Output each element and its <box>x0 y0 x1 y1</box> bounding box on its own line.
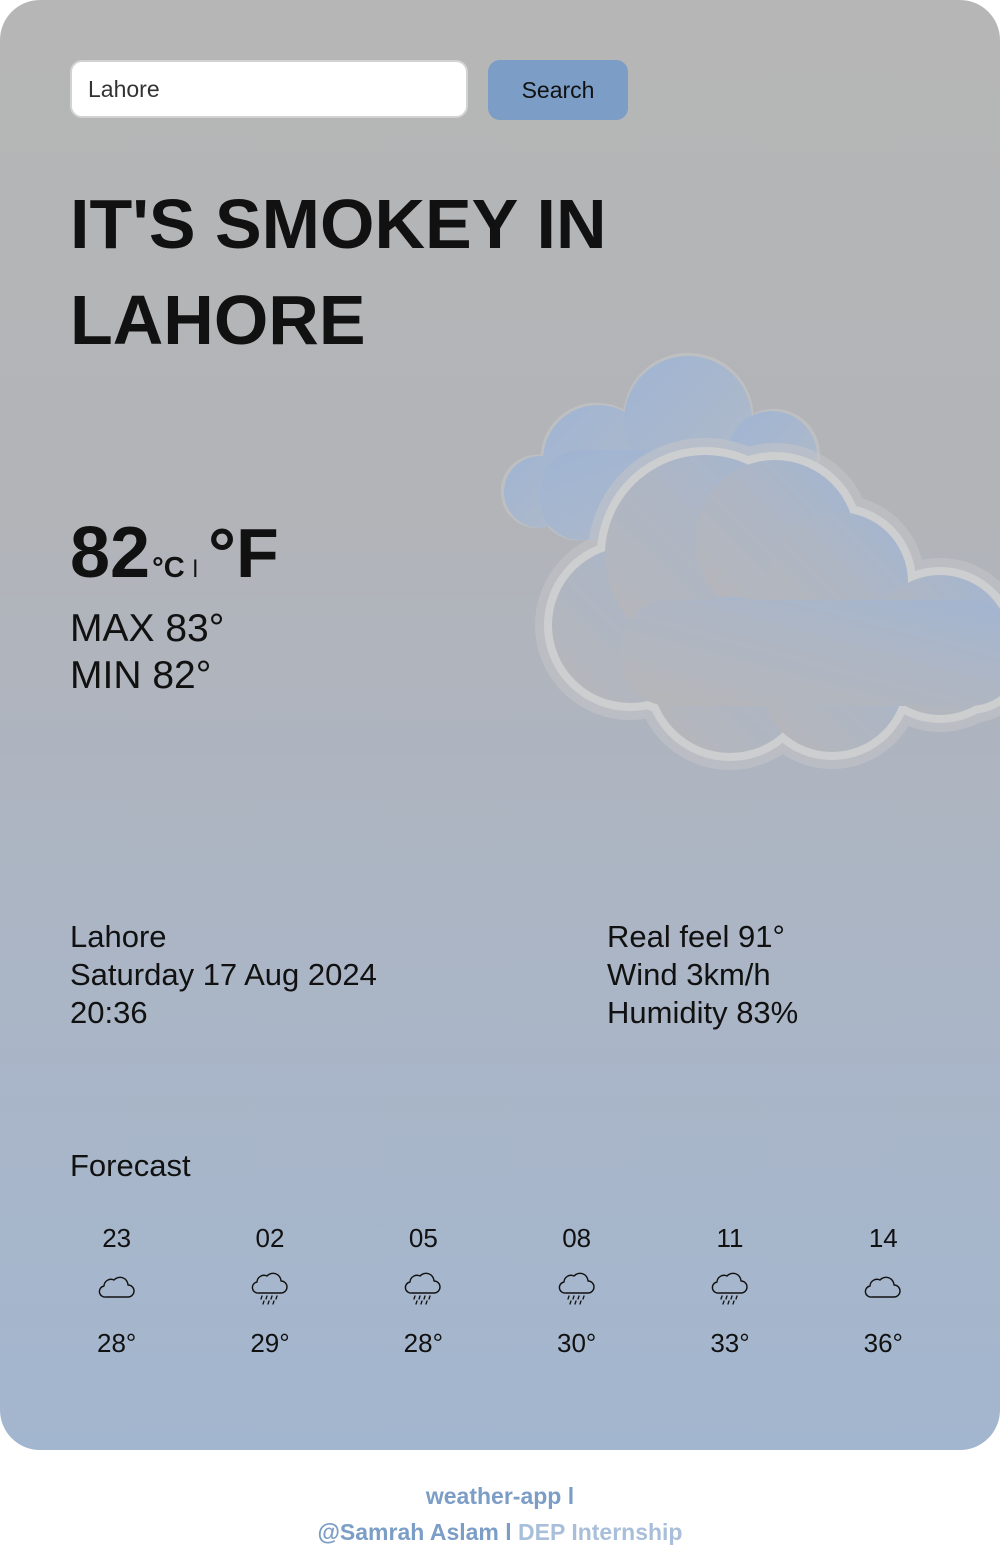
celsius-toggle[interactable]: °C <box>152 552 185 585</box>
min-temperature: MIN 82° <box>70 654 212 697</box>
forecast-hour: 11 <box>716 1223 744 1253</box>
forecast-item: 05 28° <box>347 1220 500 1360</box>
forecast-temp: 28° <box>97 1328 137 1358</box>
forecast-temp: 29° <box>250 1328 290 1358</box>
forecast-temp: 28° <box>403 1328 443 1358</box>
footer-app-name[interactable]: weather-app l <box>0 1478 1000 1514</box>
wind-speed: Wind 3km/h <box>607 957 771 992</box>
current-time: 20:36 <box>70 995 148 1030</box>
city-search-input[interactable] <box>70 60 468 118</box>
temperature-value: 82 <box>70 513 151 593</box>
search-button[interactable]: Search <box>488 60 628 120</box>
forecast-temp: 30° <box>556 1328 597 1358</box>
forecast-hour: 14 <box>868 1223 898 1253</box>
current-date: Saturday 17 Aug 2024 <box>70 957 377 992</box>
real-feel: Real feel 91° <box>607 919 785 954</box>
unit-separator: l <box>192 556 198 583</box>
forecast-item: 08 30° <box>500 1220 653 1360</box>
rain-icon <box>405 1272 442 1305</box>
forecast-hour: 02 <box>255 1223 285 1253</box>
weather-illustration <box>470 320 1000 820</box>
weather-card: Search IT'S SMOKEY IN LAHORE <box>0 0 1000 1450</box>
cloud-icon <box>865 1276 901 1298</box>
conditions-info: Real feel 91° Wind 3km/h Humidity 83% <box>607 918 798 1032</box>
fahrenheit-toggle[interactable]: °F <box>208 513 279 593</box>
current-temperature: 82 °C l °F <box>70 512 279 594</box>
cloud-illustration-icon <box>500 352 1000 820</box>
forecast-hour: 08 <box>562 1223 592 1253</box>
city-name: Lahore <box>70 919 167 954</box>
page-footer: weather-app l @Samrah Aslam l DEP Intern… <box>0 1478 1000 1550</box>
forecast-hour: 05 <box>408 1223 438 1253</box>
forecast-item: 11 33° <box>653 1220 806 1360</box>
humidity: Humidity 83% <box>607 995 799 1030</box>
max-temperature: MAX 83° <box>70 607 225 650</box>
forecast-temp: 33° <box>710 1328 750 1358</box>
forecast-item: 14 36° <box>807 1220 960 1360</box>
forecast-item: 23 28° <box>40 1220 193 1360</box>
cloud-icon <box>98 1276 135 1298</box>
forecast-list: 23 28° 02 29° 05 28° 08 30° 11 33° 14 36… <box>40 1220 960 1360</box>
min-max-temperatures: MAX 83° MIN 82° <box>70 605 224 699</box>
footer-author-link[interactable]: @Samrah Aslam l <box>318 1519 512 1545</box>
rain-icon <box>251 1272 288 1305</box>
forecast-title: Forecast <box>70 1148 191 1183</box>
rain-icon <box>558 1272 595 1305</box>
forecast-temp: 36° <box>863 1328 903 1358</box>
footer-internship-link[interactable]: DEP Internship <box>518 1519 682 1545</box>
forecast-item: 02 29° <box>193 1220 346 1360</box>
location-info: Lahore Saturday 17 Aug 2024 20:36 <box>70 918 377 1032</box>
forecast-hour: 23 <box>102 1223 132 1253</box>
rain-icon <box>711 1272 748 1305</box>
